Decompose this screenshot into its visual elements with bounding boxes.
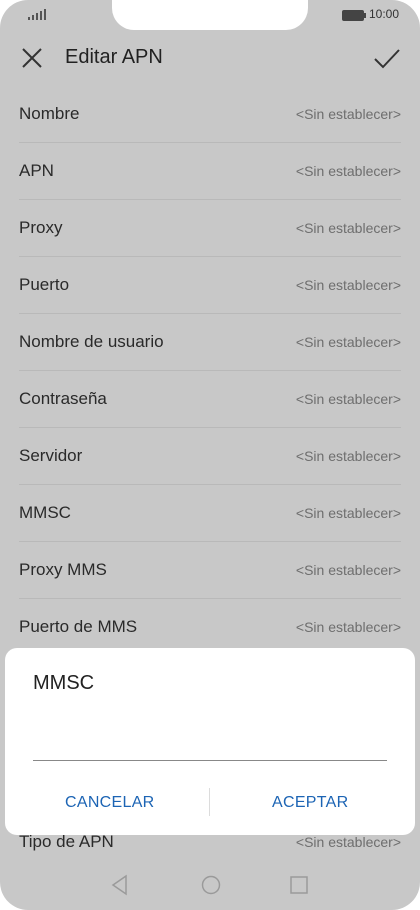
accept-button[interactable]: ACEPTAR	[272, 794, 348, 812]
check-icon	[374, 49, 400, 69]
button-divider	[209, 788, 210, 816]
field-label: Nombre de usuario	[19, 332, 164, 351]
field-value: <Sin establecer>	[295, 834, 401, 850]
phone-screen: 10:00 Editar APN Nombre <Sin establecer>…	[0, 0, 420, 910]
back-icon	[111, 874, 127, 896]
home-icon	[201, 875, 221, 895]
field-label: Servidor	[19, 446, 83, 465]
apn-field-row[interactable]: MMSC <Sin establecer>	[19, 485, 401, 542]
field-value: <Sin establecer>	[295, 106, 401, 122]
field-label: Proxy MMS	[19, 560, 107, 579]
field-value: <Sin establecer>	[295, 220, 401, 236]
apn-field-row[interactable]: APN <Sin establecer>	[19, 143, 401, 200]
apn-settings-list: Nombre <Sin establecer> APN <Sin estable…	[0, 86, 420, 656]
recents-icon	[290, 876, 308, 894]
signal-icon	[28, 8, 46, 20]
field-value: <Sin establecer>	[295, 277, 401, 293]
field-label: Nombre	[19, 104, 80, 123]
apn-field-row[interactable]: Servidor <Sin establecer>	[19, 428, 401, 485]
field-value: <Sin establecer>	[295, 505, 401, 521]
field-value: <Sin establecer>	[295, 334, 401, 350]
display-notch	[112, 0, 308, 30]
field-value: <Sin establecer>	[295, 619, 401, 635]
mmsc-input[interactable]	[33, 738, 387, 761]
apn-field-row[interactable]: Nombre de usuario <Sin establecer>	[19, 314, 401, 371]
field-label: MMSC	[19, 503, 71, 522]
apn-field-row[interactable]: Nombre <Sin establecer>	[19, 86, 401, 143]
field-value: <Sin establecer>	[295, 163, 401, 179]
close-icon	[22, 48, 42, 68]
apn-field-row[interactable]: Puerto <Sin establecer>	[19, 257, 401, 314]
status-bar: 10:00	[0, 0, 420, 30]
cancel-button[interactable]: CANCELAR	[65, 794, 155, 812]
app-bar: Editar APN	[0, 30, 420, 86]
field-value: <Sin establecer>	[295, 448, 401, 464]
mmsc-input-dialog: MMSC CANCELAR ACEPTAR	[5, 648, 415, 835]
status-time: 10:00	[369, 7, 400, 21]
page-title: Editar APN	[65, 46, 163, 68]
field-label: APN	[19, 161, 54, 180]
battery-icon	[342, 10, 366, 21]
back-button[interactable]	[110, 874, 130, 901]
apn-field-row[interactable]: Proxy <Sin establecer>	[19, 200, 401, 257]
dialog-title: MMSC	[33, 672, 95, 694]
confirm-button[interactable]	[370, 42, 404, 74]
field-value: <Sin establecer>	[295, 391, 401, 407]
dialog-actions: CANCELAR ACEPTAR	[5, 788, 415, 818]
recents-button[interactable]	[289, 874, 309, 901]
field-label: Contraseña	[19, 389, 107, 408]
close-button[interactable]	[16, 42, 48, 74]
field-label: Tipo de APN	[19, 832, 114, 851]
system-nav-bar	[0, 862, 420, 910]
home-button[interactable]	[200, 874, 222, 901]
field-label: Puerto de MMS	[19, 617, 138, 636]
apn-field-row[interactable]: Proxy MMS <Sin establecer>	[19, 542, 401, 599]
field-label: Puerto	[19, 275, 70, 294]
field-value: <Sin establecer>	[295, 562, 401, 578]
field-label: Proxy	[19, 218, 63, 237]
apn-field-row[interactable]: Contraseña <Sin establecer>	[19, 371, 401, 428]
